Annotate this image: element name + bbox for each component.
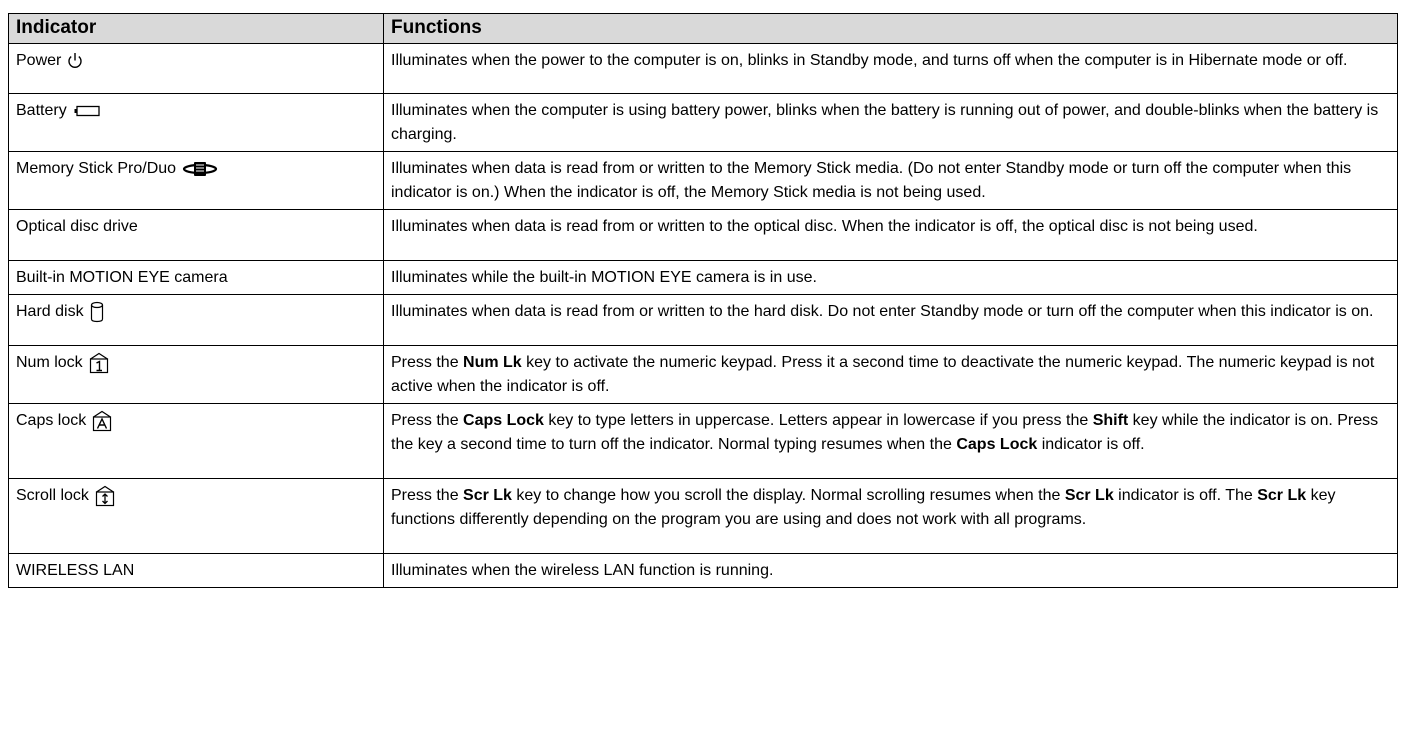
- table-row: Caps lock Press the Caps Lock key to type…: [8, 403, 1398, 479]
- indicator-cell: Caps lock: [8, 403, 384, 479]
- indicator-name-group: WIRELESS LAN: [16, 559, 134, 583]
- key-name: Caps Lock: [956, 436, 1038, 453]
- function-text: Illuminates when data is read from or wr…: [391, 160, 1352, 201]
- function-text: Illuminates while the built-in MOTION EY…: [391, 269, 817, 286]
- function-text: Illuminates when data is read from or wr…: [391, 218, 1258, 235]
- indicator-name: Num lock: [16, 354, 83, 371]
- indicator-cell: Hard disk: [8, 294, 384, 346]
- function-text: key to type letters in uppercase. Letter…: [543, 412, 1093, 429]
- function-text: Press the: [391, 354, 464, 371]
- table-row: Hard disk Illuminates when data is read f…: [8, 294, 1398, 346]
- hard-disk-icon: [90, 301, 104, 323]
- power-icon: [67, 52, 83, 70]
- scroll-lock-icon: [95, 485, 115, 507]
- indicator-name: Memory Stick Pro/Duo: [16, 160, 177, 177]
- indicator-cell: Built-in MOTION EYE camera: [8, 260, 384, 295]
- indicator-name-group: Power: [16, 49, 83, 73]
- key-name: Num Lk: [463, 354, 522, 371]
- function-cell: Illuminates when the computer is using b…: [383, 93, 1398, 152]
- function-cell: Illuminates when data is read from or wr…: [383, 209, 1398, 261]
- key-name: Scr Lk: [1064, 487, 1114, 504]
- function-text: Illuminates when the wireless LAN functi…: [391, 562, 774, 579]
- function-text: key to activate the numeric keypad. Pres…: [391, 354, 1375, 395]
- table-row: Optical disc drive Illuminates when data …: [8, 209, 1398, 261]
- indicator-name-group: Optical disc drive: [16, 215, 138, 239]
- indicator-name-group: Battery: [16, 99, 101, 123]
- indicator-cell: Optical disc drive: [8, 209, 384, 261]
- indicator-name-group: Built-in MOTION EYE camera: [16, 266, 228, 290]
- function-cell: Illuminates when data is read from or wr…: [383, 294, 1398, 346]
- indicator-cell: WIRELESS LAN: [8, 553, 384, 588]
- table-header-row: Indicator Functions: [8, 13, 1398, 44]
- function-cell: Illuminates when data is read from or wr…: [383, 151, 1398, 210]
- indicator-name: Battery: [16, 102, 67, 119]
- indicator-cell: Battery: [8, 93, 384, 152]
- function-cell: Illuminates when the power to the comput…: [383, 43, 1398, 94]
- key-name: Scr Lk: [1257, 487, 1307, 504]
- indicator-name-group: Scroll lock: [16, 484, 115, 508]
- num-lock-icon: [89, 352, 109, 374]
- indicator-name-group: Num lock: [16, 351, 109, 375]
- table-row: Memory Stick Pro/Duo Illuminates when dat…: [8, 151, 1398, 210]
- function-text: Illuminates when the power to the comput…: [391, 52, 1348, 69]
- indicator-name: Scroll lock: [16, 487, 89, 504]
- function-text: Press the: [391, 412, 464, 429]
- table-row: Scroll lock Press the Scr Lk key to chang…: [8, 478, 1398, 554]
- indicator-name: Hard disk: [16, 303, 84, 320]
- indicator-table: Indicator Functions Power Illuminates whe…: [8, 13, 1398, 588]
- indicator-name: Power: [16, 52, 62, 69]
- key-name: Caps Lock: [463, 412, 544, 429]
- function-cell: Press the Num Lk key to activate the num…: [383, 345, 1398, 404]
- header-indicator: Indicator: [8, 13, 384, 44]
- indicator-name: Caps lock: [16, 412, 87, 429]
- caps-lock-icon: [92, 410, 112, 432]
- function-cell: Illuminates while the built-in MOTION EY…: [383, 260, 1398, 295]
- key-name: Scr Lk: [463, 487, 512, 504]
- indicator-cell: Power: [8, 43, 384, 94]
- battery-icon: [73, 104, 101, 118]
- indicator-name-group: Memory Stick Pro/Duo: [16, 157, 218, 181]
- indicator-name: Built-in MOTION EYE camera: [16, 269, 228, 286]
- function-cell: Illuminates when the wireless LAN functi…: [383, 553, 1398, 588]
- function-text: indicator is off.: [1037, 436, 1145, 453]
- table-row: Power Illuminates when the power to the c…: [8, 43, 1398, 94]
- memory-stick-icon: [182, 160, 218, 178]
- table-row: Num lock Press the Num Lk key to activate…: [8, 345, 1398, 404]
- table-row: Built-in MOTION EYE camera Illuminates wh…: [8, 260, 1398, 295]
- function-cell: Press the Scr Lk key to change how you s…: [383, 478, 1398, 554]
- indicator-name-group: Hard disk: [16, 300, 104, 324]
- table-row: Battery Illuminates when the computer is …: [8, 93, 1398, 152]
- indicator-name: Optical disc drive: [16, 218, 138, 235]
- function-cell: Press the Caps Lock key to type letters …: [383, 403, 1398, 479]
- indicator-cell: Memory Stick Pro/Duo: [8, 151, 384, 210]
- function-text: indicator is off. The: [1113, 487, 1258, 504]
- function-text: Illuminates when data is read from or wr…: [391, 303, 1374, 320]
- function-text: Illuminates when the computer is using b…: [391, 102, 1379, 143]
- function-text: key to change how you scroll the display…: [511, 487, 1065, 504]
- indicator-name-group: Caps lock: [16, 409, 112, 433]
- table-row: WIRELESS LAN Illuminates when the wireles…: [8, 553, 1398, 588]
- indicator-cell: Num lock: [8, 345, 384, 404]
- header-functions: Functions: [383, 13, 1398, 44]
- function-text: Press the: [391, 487, 464, 504]
- indicator-name: WIRELESS LAN: [16, 562, 135, 579]
- key-name: Shift: [1092, 412, 1129, 429]
- indicator-cell: Scroll lock: [8, 478, 384, 554]
